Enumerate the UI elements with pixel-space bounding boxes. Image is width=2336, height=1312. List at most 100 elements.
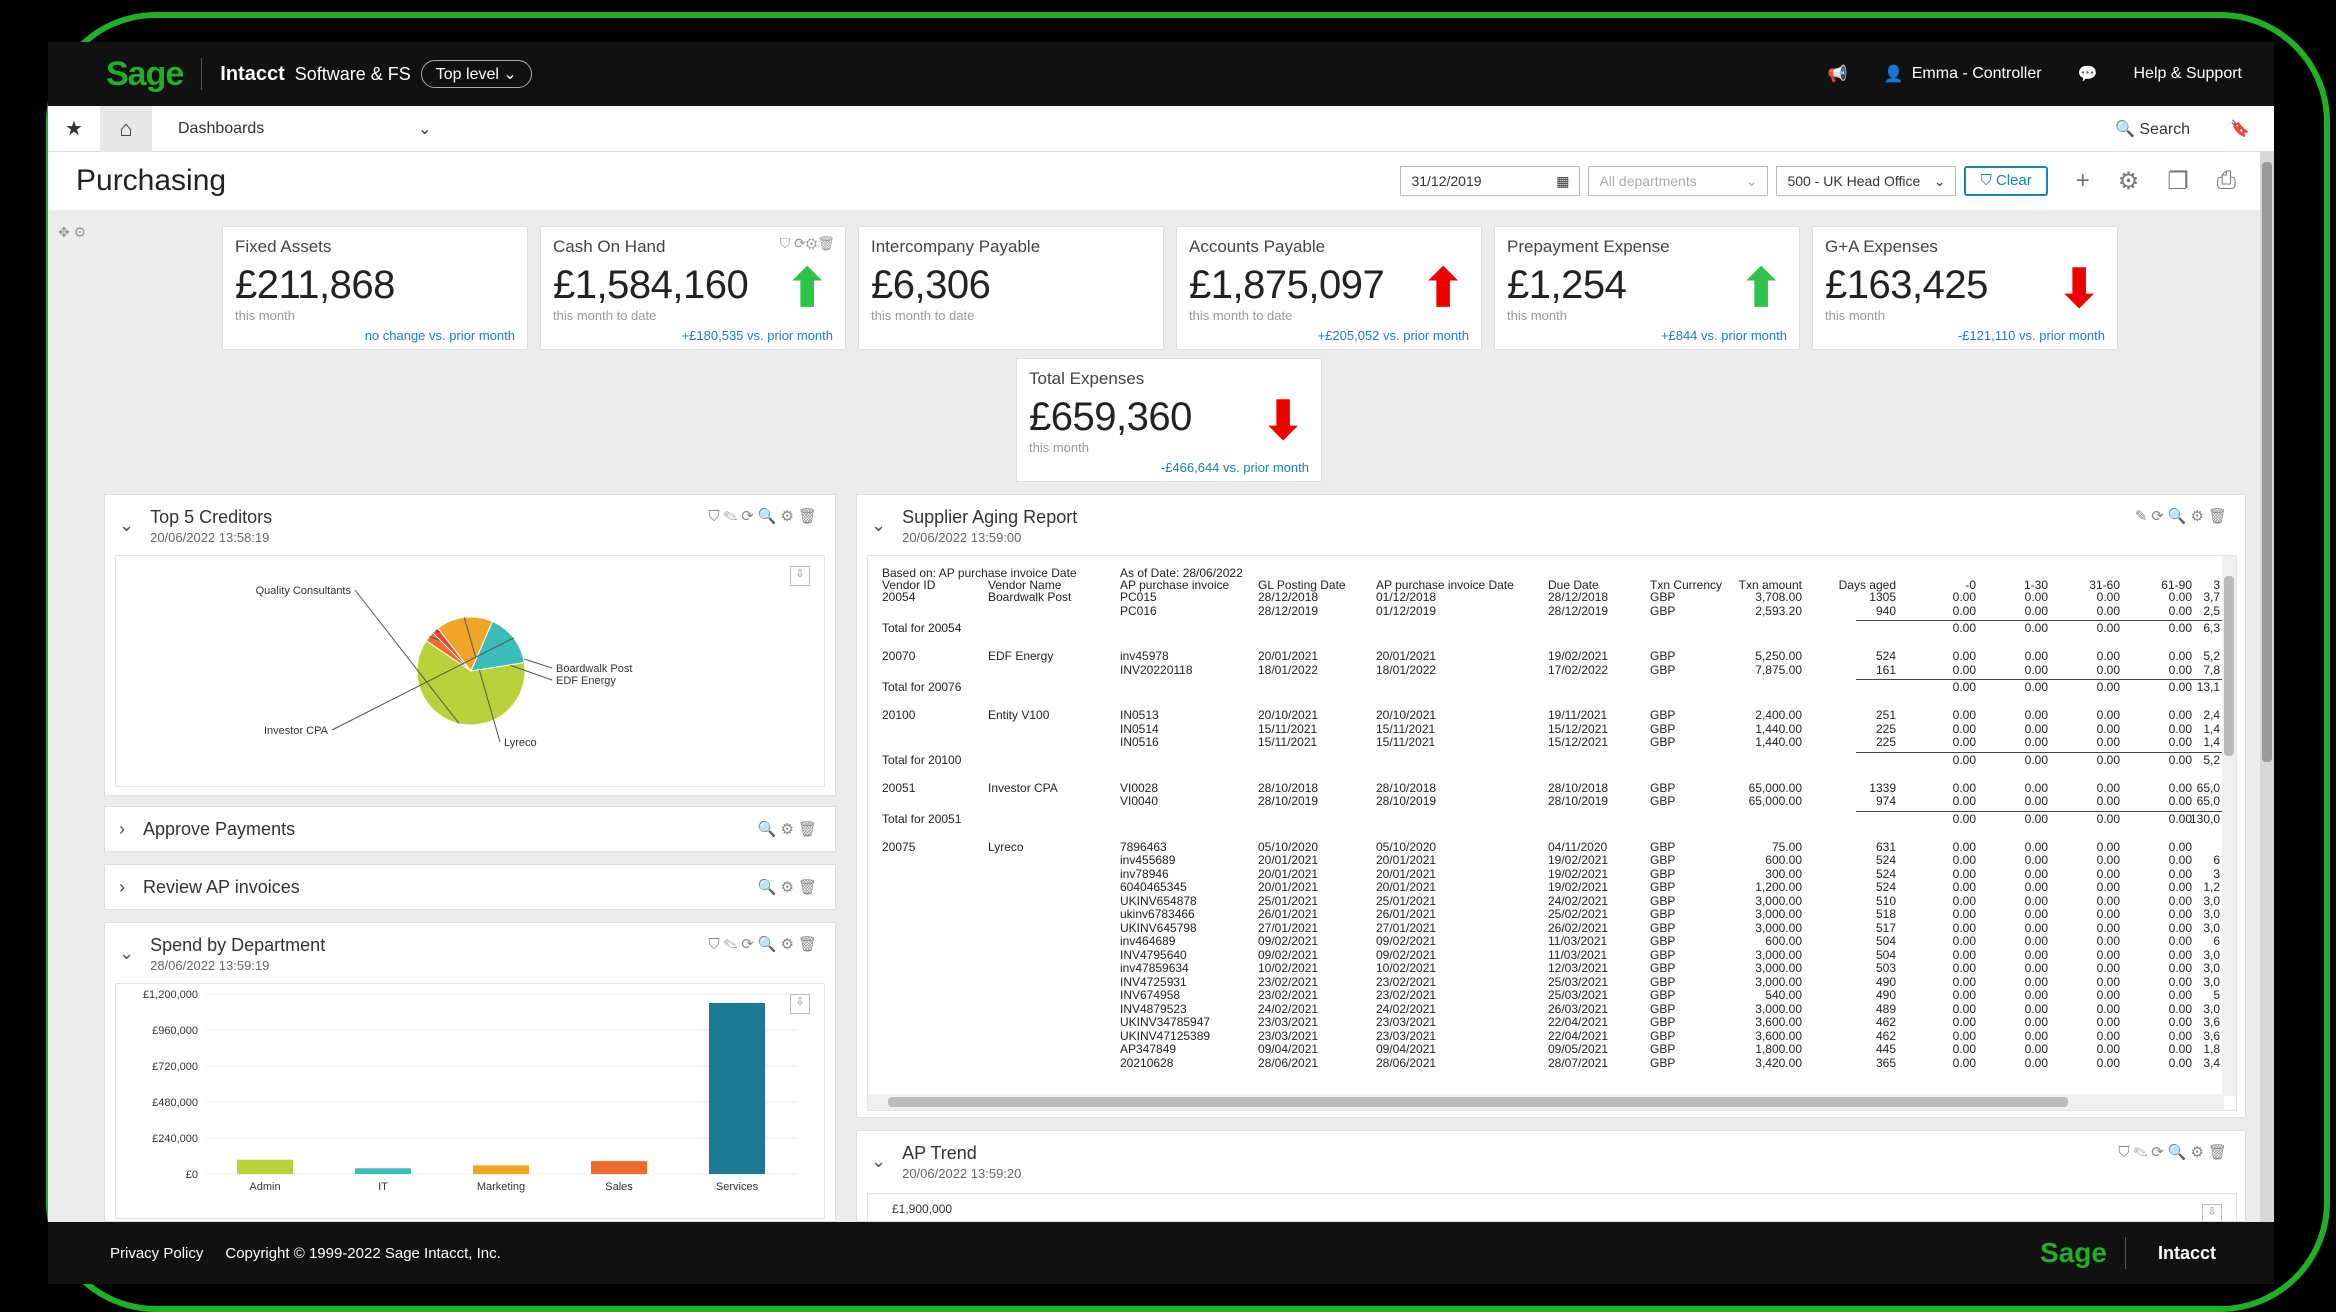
aging-row[interactable]: inv47859634 10/02/2021 10/02/2021 12/03/202… <box>882 961 2222 975</box>
page-scrollbar[interactable] <box>2260 152 2274 1222</box>
kpi-card[interactable]: Intercompany Payable £6,306 this month to … <box>858 226 1164 350</box>
aging-row[interactable]: 20070 EDF Energy inv45978 20/01/2021 20/01/2… <box>882 649 2222 663</box>
expand-chevron-icon[interactable]: › <box>119 877 125 898</box>
kpi-card[interactable]: Fixed Assets £211,868 this month no change … <box>222 226 528 350</box>
privacy-policy-link[interactable]: Privacy Policy <box>110 1245 203 1262</box>
aging-cell: 1,440.00 <box>1755 735 1802 749</box>
panel-toolbar[interactable]: ⛉✎⟳🔍⚙🗑 <box>708 935 821 953</box>
date-filter[interactable]: 31/12/2019 ▦ <box>1400 166 1581 196</box>
dashboards-menu[interactable]: Dashboards <box>178 120 418 138</box>
aging-cell: 0.00 <box>1952 721 1976 736</box>
bookmark-icon[interactable]: 🔖 <box>2230 119 2250 139</box>
bar-it[interactable] <box>355 1168 411 1174</box>
aging-row[interactable]: INV4725931 23/02/2021 23/02/2021 25/03/2021… <box>882 975 2222 989</box>
aging-row[interactable]: IN0516 15/11/2021 15/11/2021 15/12/2021 GBP 1… <box>882 735 2222 749</box>
aging-row[interactable]: 20100 Entity V100 IN0513 20/10/2021 20/10/20… <box>882 708 2222 722</box>
chevron-down-icon[interactable]: ⌄ <box>418 119 431 139</box>
aging-row[interactable]: INV4795640 09/02/2021 09/02/2021 11/03/2021… <box>882 948 2222 962</box>
aging-row[interactable]: INV4879523 24/02/2021 24/02/2021 26/03/2021… <box>882 1002 2222 1016</box>
kpi-card[interactable]: Accounts Payable £1,875,097 this month to … <box>1176 226 1482 350</box>
aging-row[interactable]: UKINV34785947 23/03/2021 23/03/2021 22/04/2… <box>882 1015 2222 1029</box>
entity-filter[interactable]: 500 - UK Head Office ⌄ <box>1776 166 1957 196</box>
download-icon[interactable]: ⇩ <box>790 566 810 586</box>
add-icon[interactable]: + <box>2076 167 2090 195</box>
collapse-chevron-icon[interactable]: ⌄ <box>871 1151 886 1172</box>
copy-icon[interactable]: ❐ <box>2167 167 2189 196</box>
aging-row[interactable]: inv464689 09/02/2021 09/02/2021 11/03/2021 G… <box>882 934 2222 948</box>
kpi-card[interactable]: Total Expenses £659,360 this month -£466,64… <box>1016 358 1322 482</box>
aging-report-area[interactable]: Based on: AP purchase invoice Date As of … <box>867 555 2237 1111</box>
bar-services[interactable] <box>709 1003 765 1174</box>
kpi-card[interactable]: Prepayment Expense £1,254 this month +£844 … <box>1494 226 1800 350</box>
collapse-chevron-icon[interactable]: ⌄ <box>119 943 134 964</box>
expand-chevron-icon[interactable]: › <box>119 819 125 840</box>
vertical-scrollbar[interactable] <box>2222 556 2236 1096</box>
kpi-card[interactable]: G+A Expenses £163,425 this month -£121,110 … <box>1812 226 2118 350</box>
aging-row[interactable]: INV20220118 18/01/2022 18/01/2022 17/02/202… <box>882 663 2222 677</box>
aging-cell: 09/02/2021 <box>1376 934 1437 948</box>
aging-total-row[interactable]: Total for 20076 0.00 0.00 0.00 0.00 13,1 <box>882 680 2222 694</box>
collapse-chevron-icon[interactable]: ⌄ <box>119 515 134 536</box>
panel-toolbar[interactable]: 🔍⚙🗑 <box>758 878 821 896</box>
aging-row[interactable]: inv455689 20/01/2021 20/01/2021 19/02/2021 G… <box>882 853 2222 867</box>
panel-toolbar[interactable]: ✎⟳🔍⚙🗑 <box>2135 507 2231 525</box>
home-icon[interactable]: ⌂ <box>100 105 152 152</box>
user-menu[interactable]: 👤 Emma - Controller <box>1884 64 2042 84</box>
aging-row[interactable]: 20075 Lyreco 7896463 05/10/2020 05/10/2020 04… <box>882 840 2222 854</box>
help-link[interactable]: Help & Support <box>2133 65 2242 83</box>
kpi-change[interactable]: -£466,644 vs. prior month <box>1161 460 1309 475</box>
panel-toolbar[interactable]: 🔍⚙🗑 <box>758 820 821 838</box>
collapse-chevron-icon[interactable]: ⌄ <box>871 515 886 536</box>
kpi-change[interactable]: no change vs. prior month <box>365 328 515 343</box>
sage-logo[interactable]: Sage <box>106 55 184 94</box>
aging-cell: 3,420.00 <box>1755 1055 1802 1070</box>
aging-row[interactable]: UKINV645798 27/01/2021 27/01/2021 26/02/202… <box>882 921 2222 935</box>
panel-toolbar[interactable]: ⛉✎⟳🔍⚙🗑 <box>2118 1143 2231 1161</box>
aging-row[interactable]: 20054 Boardwalk Post PC015 28/12/2018 01/12/… <box>882 590 2222 604</box>
download-icon[interactable]: ⇩ <box>2202 1204 2222 1221</box>
aging-row[interactable]: 20051 Investor CPA VI0028 28/10/2018 28/10/2… <box>882 781 2222 795</box>
download-icon[interactable]: ⇩ <box>790 994 810 1014</box>
approve-payments-panel[interactable]: › Approve Payments 🔍⚙🗑 <box>104 806 836 852</box>
aging-row[interactable]: AP347849 09/04/2021 09/04/2021 09/05/2021 GB… <box>882 1042 2222 1056</box>
department-filter[interactable]: All departments ⌄ <box>1588 166 1769 196</box>
aging-row[interactable]: INV674958 23/02/2021 23/02/2021 25/03/2021 G… <box>882 988 2222 1002</box>
aging-row[interactable]: UKINV654878 25/01/2021 25/01/2021 24/02/202… <box>882 894 2222 908</box>
bar-marketing[interactable] <box>473 1165 529 1174</box>
kpi-change[interactable]: -£121,110 vs. prior month <box>1958 328 2105 343</box>
gear-icon[interactable]: ⚙ <box>2118 167 2140 196</box>
trend-y-top-label: £1,900,000 <box>892 1202 953 1216</box>
favorites-star-icon[interactable]: ★ <box>48 116 100 141</box>
announcements-icon[interactable]: 📢 <box>1828 64 1848 84</box>
chat-icon[interactable]: 💬 <box>2078 64 2098 84</box>
aging-row[interactable]: UKINV47125389 23/03/2021 23/03/2021 22/04/2… <box>882 1029 2222 1043</box>
bar-admin[interactable] <box>237 1159 293 1174</box>
aging-row[interactable]: ukinv6783466 26/01/2021 26/01/2021 25/02/20… <box>882 907 2222 921</box>
aging-row[interactable]: IN0514 15/11/2021 15/11/2021 15/12/2021 GBP 1… <box>882 722 2222 736</box>
print-icon[interactable]: ⎙ <box>2217 167 2236 195</box>
kpi-change[interactable]: +£180,535 vs. prior month <box>682 328 833 343</box>
kpi-change[interactable]: +£844 vs. prior month <box>1661 328 1787 343</box>
horizontal-scrollbar[interactable] <box>868 1094 2224 1110</box>
aging-total-row[interactable]: Total for 20054 0.00 0.00 0.00 0.00 6,3 <box>882 621 2222 635</box>
aging-row[interactable]: 20210628 28/06/2021 28/06/2021 28/07/2021 GB… <box>882 1056 2222 1070</box>
layout-tools[interactable]: ✥ ⚙ <box>58 224 86 241</box>
level-selector[interactable]: Top level ⌄ <box>420 60 532 88</box>
aging-row[interactable]: VI0040 28/10/2019 28/10/2019 28/10/2019 GBP 6… <box>882 794 2222 808</box>
aging-row[interactable]: PC016 28/12/2019 01/12/2019 28/12/2019 GBP 2,… <box>882 604 2222 618</box>
clear-filter-button[interactable]: ⛉ Clear <box>1964 166 2048 196</box>
aging-total-row[interactable]: Total for 20051 0.00 0.00 0.00 0.00 130,0 <box>882 812 2222 826</box>
aging-cell: 28/06/2021 <box>1258 1055 1319 1070</box>
aging-total-row[interactable]: Total for 20100 0.00 0.00 0.00 0.00 5,2 <box>882 753 2222 767</box>
aging-row[interactable]: inv78946 20/01/2021 20/01/2021 19/02/2021 GB… <box>882 867 2222 881</box>
search-button[interactable]: 🔍 Search <box>2115 119 2190 139</box>
panel-toolbar[interactable]: ⛉✎⟳🔍⚙🗑 <box>708 507 821 525</box>
calendar-icon[interactable]: ▦ <box>1556 173 1569 190</box>
kpi-change[interactable]: +£205,052 vs. prior month <box>1318 328 1469 343</box>
kpi-card[interactable]: Cash On Hand £1,584,160 this month to date… <box>540 226 846 350</box>
kpi-toolbar[interactable]: ⛉ ⟳⚙🗑 <box>780 235 835 252</box>
aging-cell: 28/10/2018 <box>1548 780 1609 795</box>
review-ap-invoices-panel[interactable]: › Review AP invoices 🔍⚙🗑 <box>104 864 836 910</box>
bar-sales[interactable] <box>591 1161 647 1174</box>
aging-row[interactable]: 6040465345 20/01/2021 20/01/2021 19/02/2021… <box>882 880 2222 894</box>
